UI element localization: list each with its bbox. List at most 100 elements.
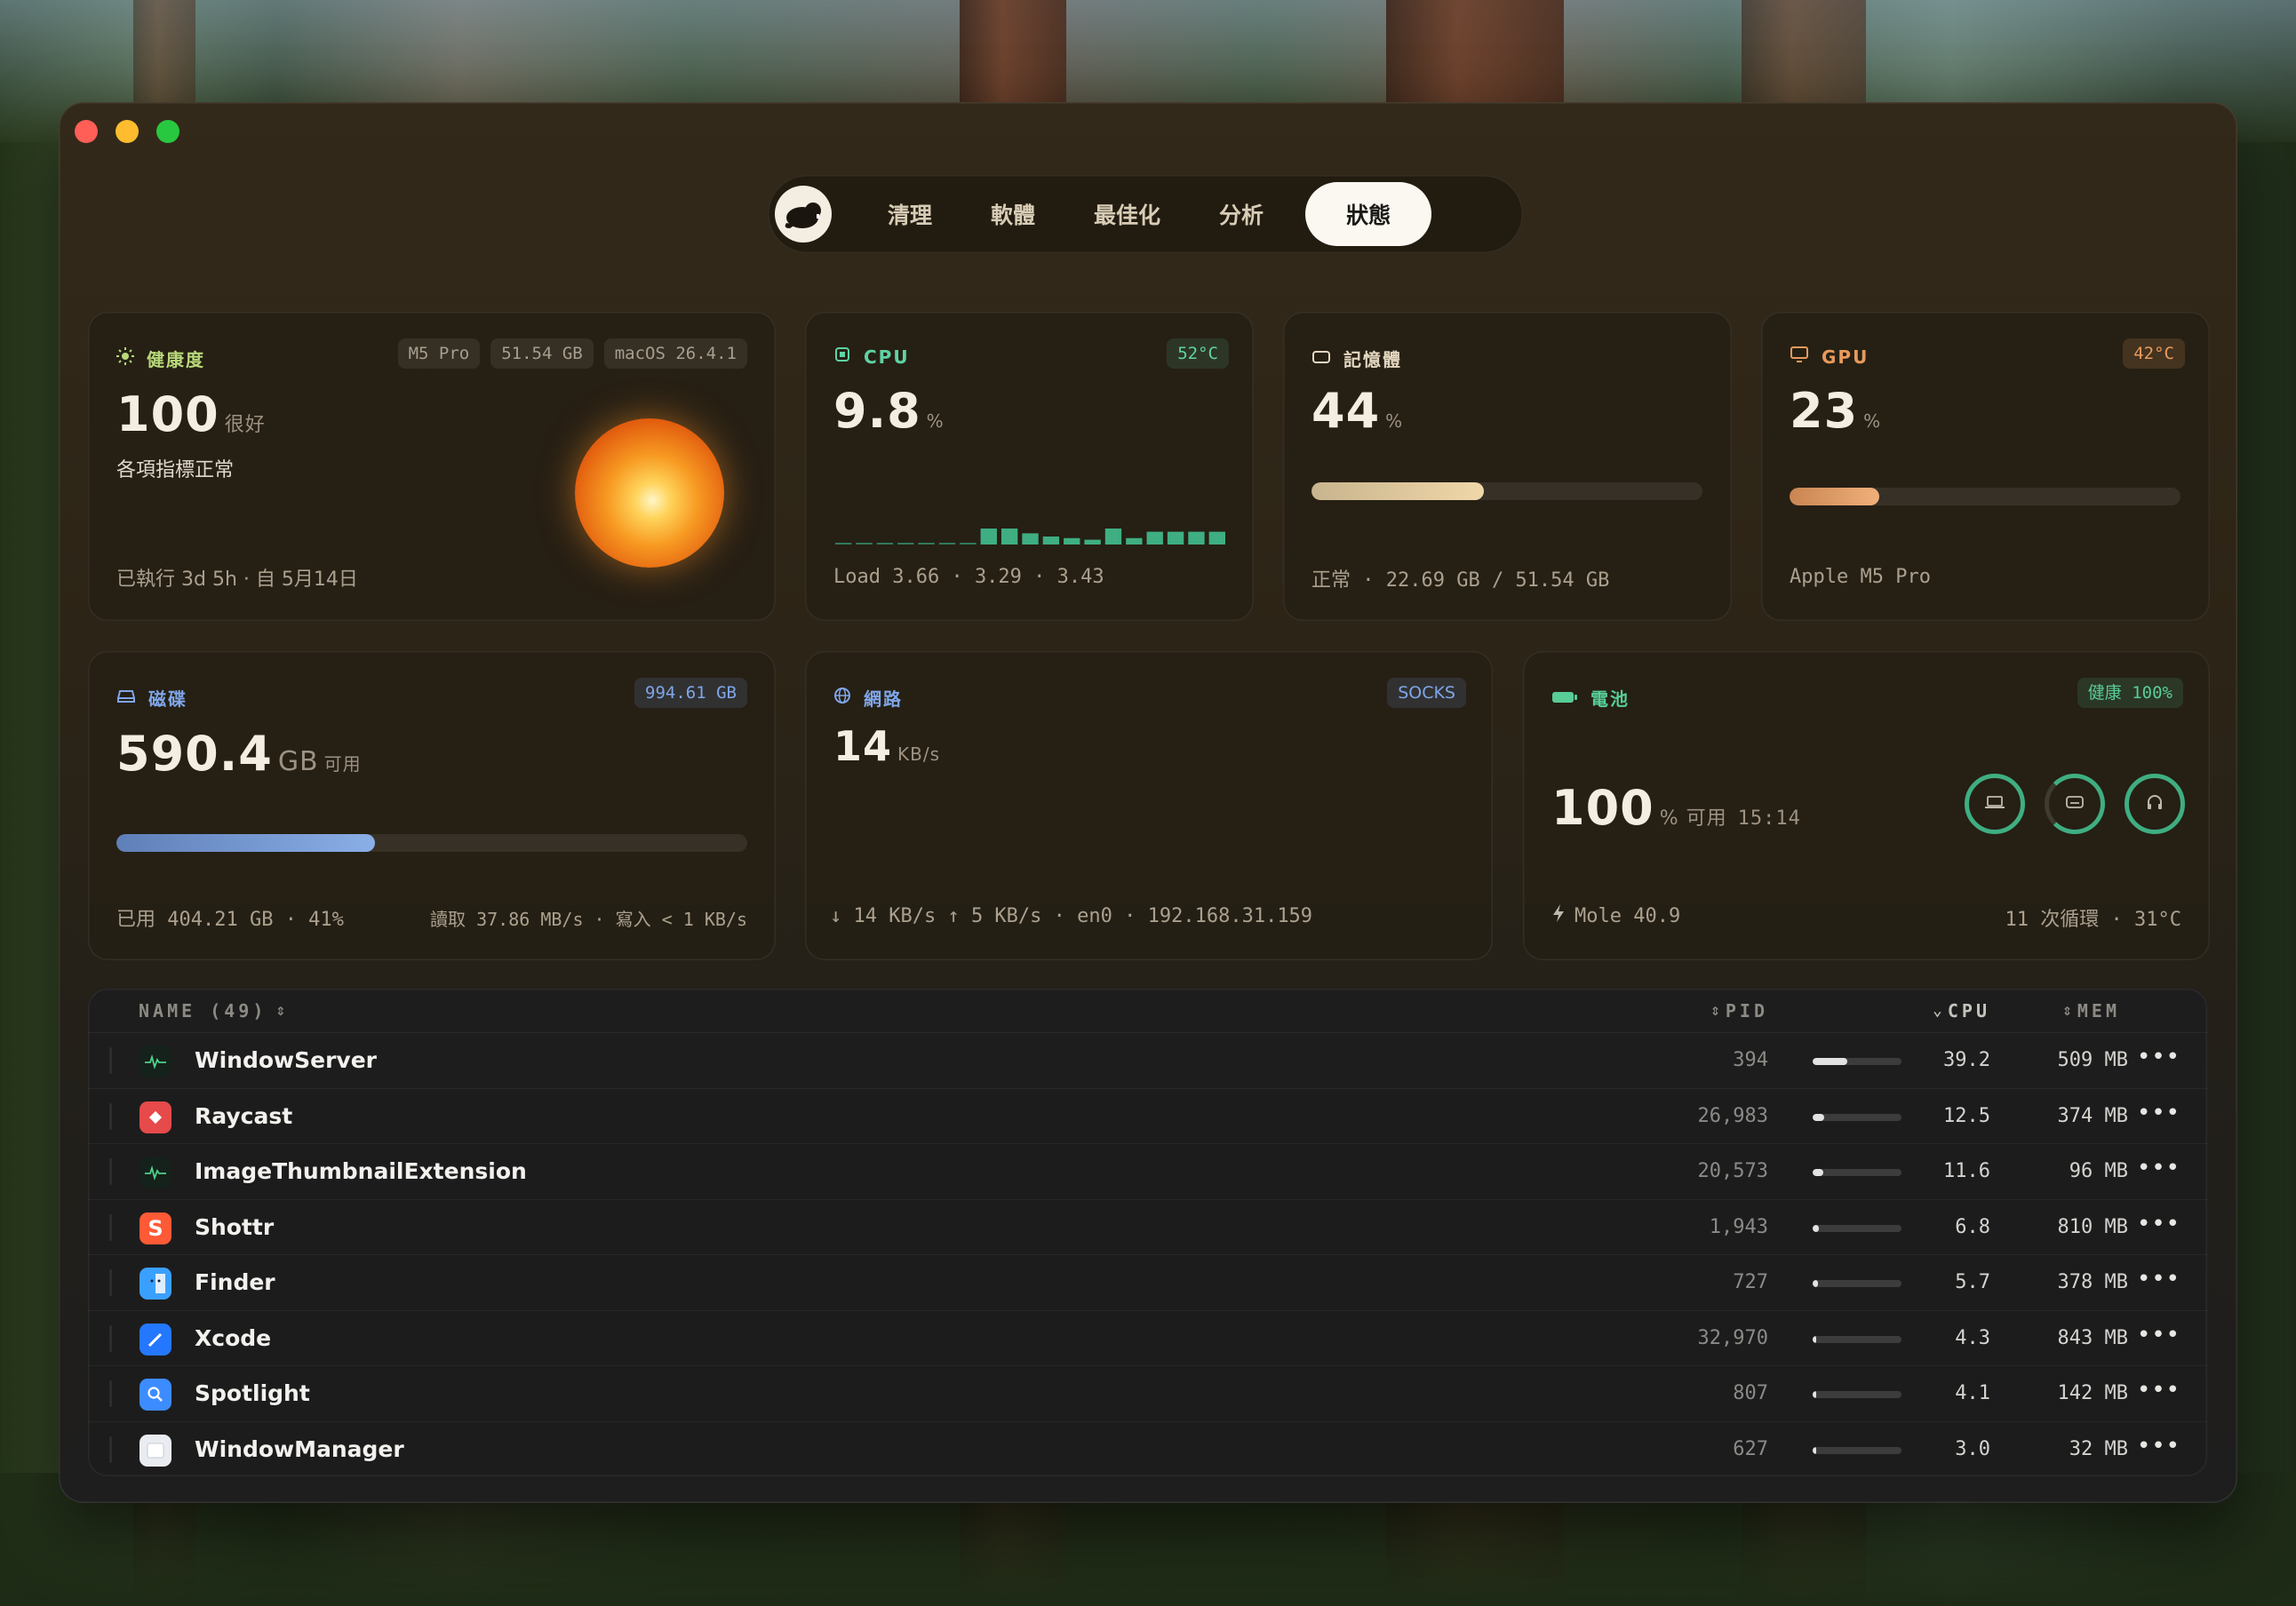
disk-usage-fill <box>116 834 376 852</box>
health-score-row: 100 很好 <box>116 386 266 442</box>
more-options-icon[interactable]: ••• <box>2137 1377 2180 1403</box>
row-drag-handle[interactable] <box>109 1324 112 1352</box>
more-options-icon[interactable]: ••• <box>2137 1044 2180 1070</box>
spotlight-icon <box>140 1379 171 1411</box>
mouse-battery-ring[interactable] <box>2045 774 2105 834</box>
process-cpu-bar <box>1813 1058 1901 1065</box>
laptop-battery-ring[interactable] <box>1965 774 2025 834</box>
more-options-icon[interactable]: ••• <box>2137 1155 2180 1181</box>
gpu-value-row: 23% <box>1790 383 1881 439</box>
table-row[interactable]: Finder 727 5.7 378 MB ••• <box>88 1255 2207 1311</box>
close-window-button[interactable] <box>75 120 98 143</box>
more-options-icon[interactable]: ••• <box>2137 1433 2180 1459</box>
process-cpu-fill <box>1813 1113 1824 1121</box>
tab-optimize[interactable]: 最佳化 <box>1064 182 1190 246</box>
gpu-model: Apple M5 Pro <box>1790 566 1931 588</box>
table-row[interactable]: Xcode 32,970 4.3 843 MB ••• <box>88 1311 2207 1366</box>
chip-memory-size: 51.54 GB <box>490 338 594 369</box>
process-pid: 807 <box>1733 1382 1768 1404</box>
column-cpu-header[interactable]: ⌄ CPU <box>1933 1000 1990 1022</box>
column-pid-header[interactable]: ⇕ PID <box>1710 1000 1768 1022</box>
disk-io-text: 讀取 37.86 MB/s · 寫入 < 1 KB/s <box>430 909 747 930</box>
row-drag-handle[interactable] <box>109 1158 112 1185</box>
xcode-icon <box>140 1323 171 1356</box>
network-detail: ↓ 14 KB/s ↑ 5 KB/s · en0 · 192.168.31.15… <box>830 905 1313 927</box>
headphones-battery-ring[interactable] <box>2125 774 2185 834</box>
cpu-history-bar <box>960 543 977 545</box>
battery-card: 電池 健康 100% 100% 可用 15:14 Mole 40.9 11 次循環… <box>1523 651 2210 960</box>
health-title: 健康度 <box>147 349 205 370</box>
process-cpu-fill <box>1813 1224 1819 1232</box>
sort-updown-icon: ⇕ <box>2062 1001 2072 1020</box>
row-drag-handle[interactable] <box>109 1047 112 1074</box>
process-cpu-bar <box>1813 1224 1901 1232</box>
tab-status[interactable]: 狀態 <box>1305 182 1432 246</box>
globe-icon <box>833 687 851 709</box>
column-name-label: NAME (49) <box>139 999 267 1022</box>
column-mem-label: MEM <box>2077 999 2120 1022</box>
minimize-window-button[interactable] <box>116 120 139 143</box>
device-battery-rings <box>1965 774 2185 834</box>
more-options-icon[interactable]: ••• <box>2137 1100 2180 1126</box>
row-drag-handle[interactable] <box>109 1269 112 1296</box>
process-cpu: 11.6 <box>1943 1160 1990 1182</box>
process-name: Spotlight <box>195 1380 310 1406</box>
process-pid: 26,983 <box>1697 1104 1768 1127</box>
process-cpu-fill <box>1813 1169 1823 1176</box>
table-row[interactable]: Raycast 26,983 12.5 374 MB ••• <box>88 1089 2207 1144</box>
health-status: 各項指標正常 <box>116 459 235 481</box>
table-row[interactable]: S Shottr 1,943 6.8 810 MB ••• <box>88 1200 2207 1255</box>
network-card-header: 網路 <box>833 685 903 711</box>
process-mem: 810 MB <box>2057 1215 2128 1238</box>
table-row[interactable]: WindowServer 394 39.2 509 MB ••• <box>88 1033 2207 1089</box>
more-options-icon[interactable]: ••• <box>2137 1266 2180 1292</box>
spec-chips: M5 Pro 51.54 GB macOS 26.4.1 <box>397 338 747 369</box>
activity-icon <box>140 1157 171 1189</box>
cpu-usage-value: 9.8 <box>833 383 921 439</box>
more-options-icon[interactable]: ••• <box>2137 1322 2180 1348</box>
zoom-window-button[interactable] <box>156 120 179 143</box>
process-cpu-fill <box>1813 1280 1818 1287</box>
process-cpu: 6.8 <box>1955 1215 1990 1238</box>
process-cpu: 3.0 <box>1955 1437 1990 1460</box>
row-drag-handle[interactable] <box>109 1435 112 1463</box>
row-drag-handle[interactable] <box>109 1213 112 1241</box>
sort-updown-icon: ⇕ <box>275 1001 286 1020</box>
column-name-header[interactable]: NAME (49) ⇕ <box>139 1000 285 1022</box>
row-drag-handle[interactable] <box>109 1380 112 1407</box>
tab-analyze[interactable]: 分析 <box>1190 182 1293 246</box>
tab-clean[interactable]: 清理 <box>858 182 961 246</box>
process-name: WindowManager <box>195 1435 404 1462</box>
row-drag-handle[interactable] <box>109 1102 112 1130</box>
shottr-icon: S <box>140 1212 171 1244</box>
battery-level-unit: % 可用 <box>1659 807 1727 830</box>
cpu-history-bar <box>856 543 873 545</box>
table-row[interactable]: Spotlight 807 4.1 142 MB ••• <box>88 1366 2207 1422</box>
column-mem-header[interactable]: ⇕ MEM <box>2062 1000 2120 1022</box>
table-row[interactable]: WindowManager 627 3.0 32 MB ••• <box>88 1422 2207 1477</box>
gpu-usage-value: 23 <box>1790 383 1859 439</box>
network-card: 網路 SOCKS 14 KB/s ↓ 14 KB/s ↑ 5 KB/s · en0… <box>805 651 1493 960</box>
beaver-logo-icon[interactable] <box>775 186 832 242</box>
memory-usage-unit: % <box>1385 410 1404 432</box>
cpu-history-bar <box>1208 531 1225 545</box>
cpu-history-bar <box>1188 531 1205 545</box>
gpu-usage-unit: % <box>1863 410 1882 432</box>
more-options-icon[interactable]: ••• <box>2137 1211 2180 1237</box>
cpu-history-bar <box>1084 539 1101 545</box>
table-row[interactable]: ImageThumbnailExtension 20,573 11.6 96 MB ••… <box>88 1144 2207 1200</box>
gpu-card-header: GPU <box>1790 346 1869 368</box>
process-rows: WindowServer 394 39.2 509 MB ••• Raycast 26,98… <box>88 1033 2207 1476</box>
network-proxy-badge: SOCKS <box>1387 678 1466 708</box>
tab-software[interactable]: 軟體 <box>961 182 1064 246</box>
process-cpu-bar <box>1813 1335 1901 1343</box>
memory-value-row: 44% <box>1311 383 1403 439</box>
process-cpu-fill <box>1813 1446 1816 1454</box>
process-pid: 627 <box>1733 1437 1768 1460</box>
chip-os-version: macOS 26.4.1 <box>603 338 747 369</box>
raycast-icon <box>140 1101 171 1133</box>
process-cpu-bar <box>1813 1169 1901 1176</box>
memory-card-header: 記憶體 <box>1311 346 1402 371</box>
process-cpu-fill <box>1813 1335 1817 1343</box>
network-speed-row: 14 KB/s <box>833 722 940 770</box>
